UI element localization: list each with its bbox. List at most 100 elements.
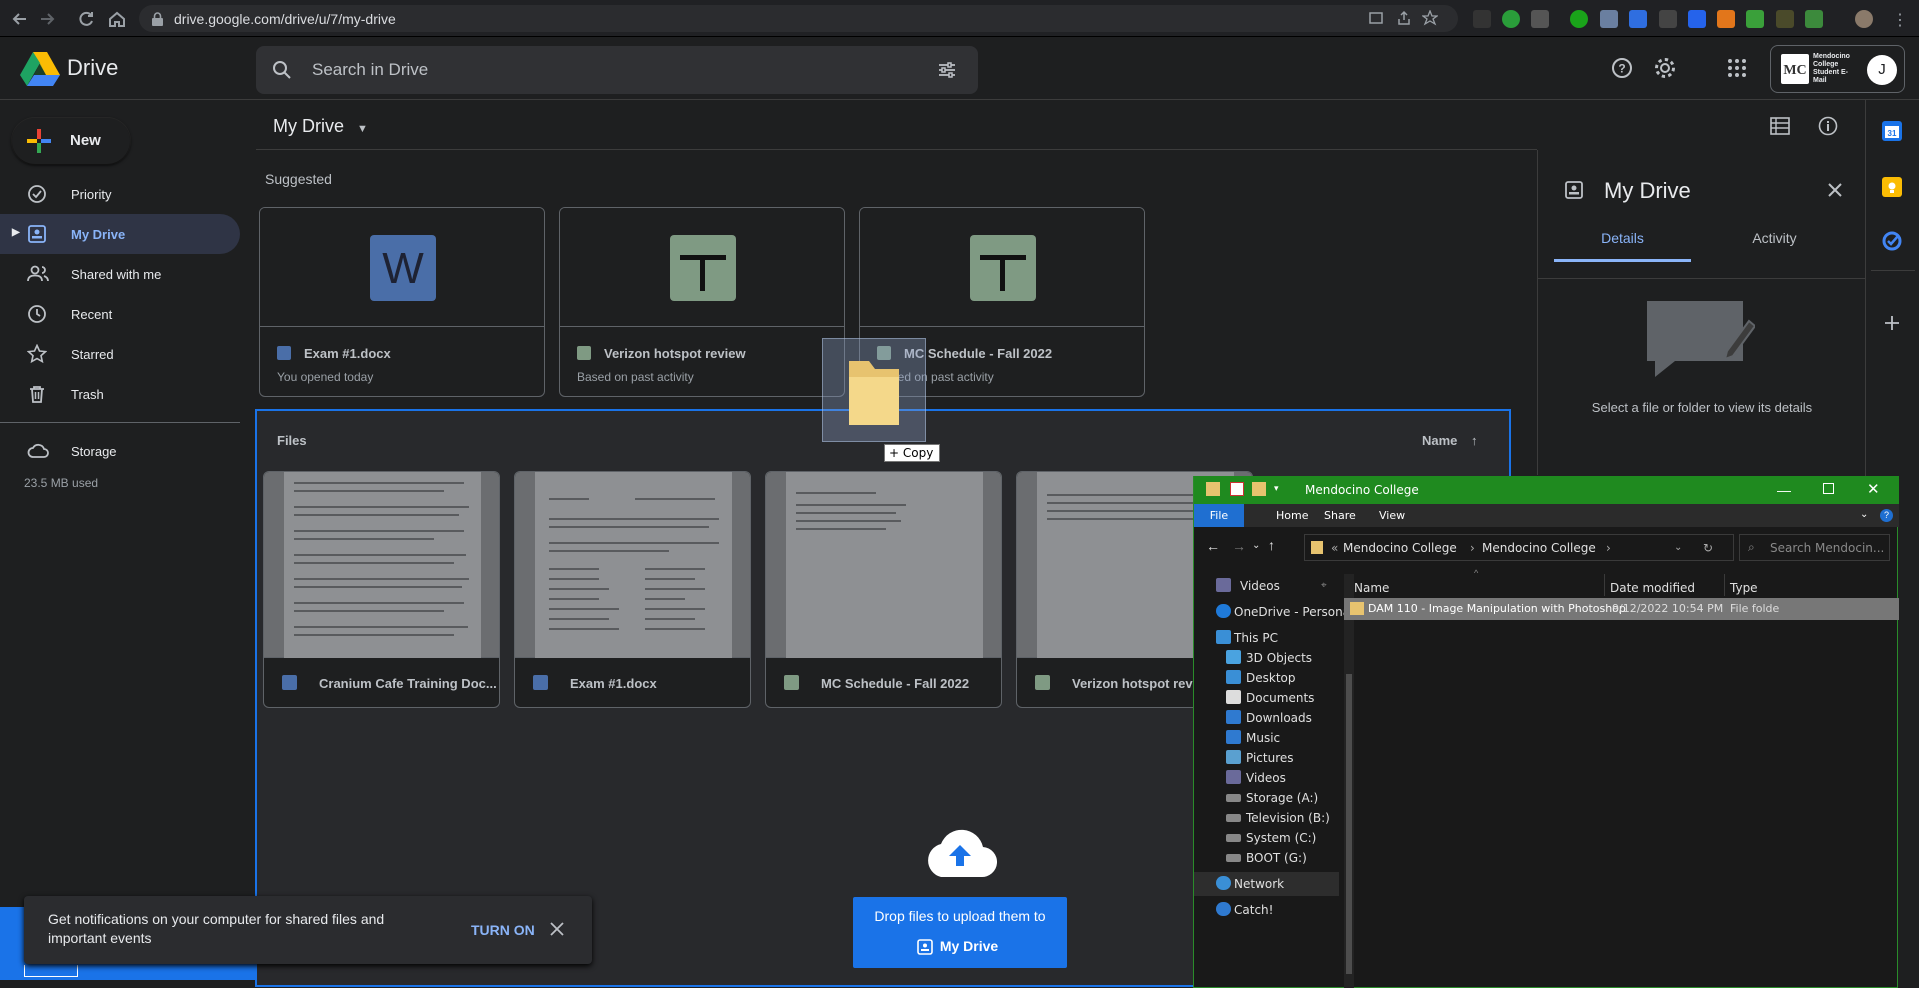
suggested-card[interactable]: W Exam #1.docx You opened today (259, 207, 545, 397)
search-input[interactable] (312, 58, 912, 82)
extension-green-icon[interactable] (1502, 10, 1520, 28)
back-icon[interactable] (10, 9, 30, 29)
reading-list-icon[interactable] (1776, 10, 1794, 28)
new-folder-icon[interactable] (1252, 482, 1266, 496)
file-card[interactable]: Cranium Cafe Training Doc... (263, 471, 500, 708)
quick-access-dropdown-icon[interactable]: ▾ (1274, 483, 1279, 494)
notification-toast: Get notifications on your computer for s… (24, 896, 592, 964)
address-bar[interactable]: drive.google.com/drive/u/7/my-drive (139, 5, 1458, 32)
share-icon[interactable] (1396, 10, 1412, 26)
nav-item-network[interactable]: Network (1194, 872, 1339, 896)
drive-icon (1226, 834, 1241, 842)
extension-metamask-icon[interactable] (1717, 10, 1735, 28)
extension-doc-icon[interactable] (1688, 10, 1706, 28)
lock-icon[interactable] (151, 12, 164, 26)
column-name[interactable]: Name (1354, 581, 1389, 595)
column-divider[interactable] (1604, 574, 1605, 596)
help-icon[interactable]: ? (1880, 509, 1893, 522)
forward-arrow-icon[interactable]: → (1232, 538, 1246, 554)
pin-icon[interactable]: ⌖ (1321, 580, 1327, 591)
up-arrow-icon[interactable]: ↑ (1268, 537, 1275, 553)
close-icon[interactable]: ✕ (1867, 480, 1880, 498)
address-dropdown-icon[interactable]: ⌄ (1674, 542, 1682, 553)
calendar-icon[interactable]: 31 (1882, 121, 1902, 141)
extension-thumb-icon[interactable] (1570, 10, 1588, 28)
extension-translate-icon[interactable] (1629, 10, 1647, 28)
sidebar-item-priority[interactable]: Priority (0, 174, 240, 214)
explorer-search-box[interactable]: ⌕ Search Mendocin... (1739, 534, 1890, 561)
sidebar-item-storage[interactable]: Storage (0, 431, 240, 471)
extension-reply-icon[interactable] (1473, 10, 1491, 28)
sidebar-item-my-drive[interactable]: ▶ My Drive (0, 214, 240, 254)
column-date-modified[interactable]: Date modified (1610, 581, 1695, 595)
settings-gear-icon[interactable] (1654, 57, 1676, 79)
side-panel-icon[interactable] (1805, 10, 1823, 28)
home-icon[interactable] (107, 9, 127, 29)
bookmark-star-icon[interactable] (1422, 10, 1438, 26)
refresh-icon[interactable]: ↻ (1703, 541, 1713, 555)
close-icon[interactable] (550, 922, 564, 936)
nav-item-onedrive[interactable]: OneDrive - Persona (1202, 600, 1362, 624)
minimize-icon[interactable]: — (1777, 482, 1791, 498)
account-switcher[interactable]: MC Mendocino College Student E-Mail J (1770, 45, 1905, 93)
sidebar-item-trash[interactable]: Trash (0, 374, 240, 414)
extension-people-icon[interactable] (1600, 10, 1618, 28)
new-button[interactable]: New (12, 118, 130, 164)
file-row[interactable]: DAM 110 - Image Manipulation with Photos… (1344, 598, 1899, 620)
tab-activity[interactable]: Activity (1697, 214, 1852, 262)
search-icon[interactable] (272, 60, 292, 80)
explorer-titlebar[interactable]: ▾ Mendocino College — ✕ (1194, 476, 1899, 504)
breadcrumb-item[interactable]: Mendocino College (1343, 541, 1457, 555)
explorer-address-bar[interactable]: « Mendocino College › Mendocino College … (1304, 534, 1734, 561)
forward-icon[interactable] (37, 9, 57, 29)
search-options-icon[interactable] (937, 60, 957, 80)
suggested-card[interactable]: Verizon hotspot review Based on past act… (559, 207, 845, 397)
properties-icon[interactable] (1230, 482, 1244, 496)
sort-by-name-button[interactable]: Name ↑ (1422, 433, 1478, 448)
turn-on-button[interactable]: TURN ON (471, 922, 535, 938)
nav-item-boot-g[interactable]: BOOT (G:) (1202, 846, 1362, 870)
ribbon-tab-file[interactable]: File (1194, 504, 1244, 527)
close-icon[interactable] (1827, 182, 1843, 198)
add-addon-icon[interactable] (1884, 315, 1900, 331)
list-view-icon[interactable] (1770, 117, 1790, 135)
ribbon-tab-view[interactable]: View (1379, 509, 1405, 522)
search-box[interactable] (256, 46, 978, 94)
profile-avatar[interactable] (1855, 10, 1873, 28)
nav-item-videos[interactable]: Videos (1202, 574, 1362, 598)
help-icon[interactable]: ? (1611, 57, 1633, 79)
ribbon-tab-share[interactable]: Share (1324, 509, 1356, 522)
chevron-down-icon[interactable]: ▼ (357, 123, 368, 135)
ribbon-tab-home[interactable]: Home (1276, 509, 1308, 522)
nav-item-catch[interactable]: Catch! (1202, 898, 1362, 922)
sidebar-item-shared[interactable]: Shared with me (0, 254, 240, 294)
file-card[interactable]: Exam #1.docx (514, 471, 751, 708)
browser-menu-icon[interactable]: ⋮ (1892, 10, 1908, 30)
extension-shield-icon[interactable] (1531, 10, 1549, 28)
tab-details[interactable]: Details (1554, 214, 1691, 262)
drive-logo-icon[interactable] (20, 52, 60, 86)
column-type[interactable]: Type (1730, 581, 1758, 595)
avatar[interactable]: J (1867, 55, 1897, 85)
overflow-chevrons[interactable]: « (1331, 541, 1338, 555)
sidebar-item-starred[interactable]: Starred (0, 334, 240, 374)
breadcrumb-item[interactable]: Mendocino College (1482, 541, 1596, 555)
explorer-title: Mendocino College (1305, 483, 1419, 497)
apps-grid-icon[interactable] (1727, 58, 1747, 78)
reload-icon[interactable] (76, 9, 96, 29)
expand-ribbon-icon[interactable]: ⌄ (1860, 509, 1868, 520)
extensions-puzzle-icon[interactable] (1746, 10, 1764, 28)
expand-caret-icon[interactable]: ▶ (12, 227, 20, 238)
extension-tm-icon[interactable] (1659, 10, 1677, 28)
tasks-icon[interactable] (1882, 231, 1902, 251)
sidebar-item-recent[interactable]: Recent (0, 294, 240, 334)
keep-icon[interactable] (1882, 177, 1902, 197)
recent-locations-icon[interactable]: ⌄ (1252, 540, 1260, 551)
back-arrow-icon[interactable]: ← (1206, 538, 1220, 554)
info-icon[interactable] (1818, 116, 1838, 136)
maximize-icon[interactable] (1823, 483, 1834, 494)
install-icon[interactable] (1368, 10, 1384, 26)
column-divider[interactable] (1724, 574, 1725, 596)
file-card[interactable]: MC Schedule - Fall 2022 (765, 471, 1002, 708)
page-title[interactable]: My Drive ▼ (273, 116, 368, 137)
